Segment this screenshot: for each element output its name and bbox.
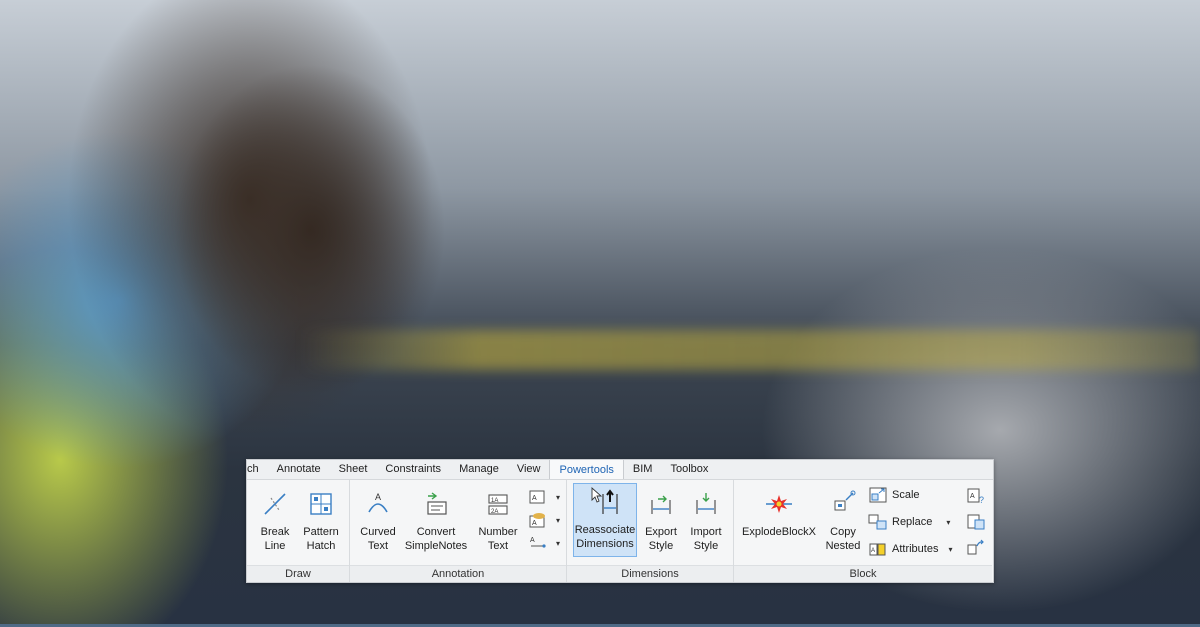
tab-toolbox[interactable]: Toolbox bbox=[661, 460, 717, 479]
annotation-tool-3[interactable]: A ▾ bbox=[528, 532, 560, 554]
attributes-icon: A bbox=[869, 543, 886, 556]
annotation-tool-2[interactable]: A ▾ bbox=[528, 509, 560, 531]
scale-button[interactable]: Scale bbox=[868, 484, 920, 506]
curved-text-label-2: Text bbox=[367, 540, 389, 552]
svg-text:A: A bbox=[375, 492, 381, 502]
tab-powertools[interactable]: Powertools bbox=[549, 459, 624, 479]
panel-dimensions: Reassociate Dimensions Export Style Impo… bbox=[567, 480, 734, 582]
attribute-table-icon[interactable] bbox=[966, 513, 986, 531]
svg-text:?: ? bbox=[979, 495, 984, 505]
chevron-down-icon[interactable]: ▾ bbox=[556, 516, 560, 525]
tab-view[interactable]: View bbox=[508, 460, 550, 479]
number-text-button[interactable]: 1A 2A Number Text bbox=[472, 486, 524, 554]
attribute-sync-icon[interactable] bbox=[966, 538, 986, 556]
pattern-hatch-button[interactable]: Pattern Hatch bbox=[295, 486, 347, 554]
svg-text:A: A bbox=[532, 520, 537, 527]
break-line-label-2: Line bbox=[264, 540, 286, 552]
panel-annotation-title: Annotation bbox=[350, 565, 566, 582]
import-style-label-2: Style bbox=[693, 540, 719, 552]
curved-text-icon: A bbox=[368, 492, 388, 513]
curved-text-label-1: Curved bbox=[360, 526, 396, 538]
reassociate-dimensions-icon bbox=[591, 486, 618, 514]
annotation-tool-1[interactable]: A ▾ bbox=[528, 486, 560, 508]
panel-draw-title: Draw bbox=[247, 565, 349, 582]
tab-bim[interactable]: BIM bbox=[624, 460, 662, 479]
attributes-button[interactable]: A Attributes ▾ bbox=[868, 538, 952, 560]
explodeblockx-label: ExplodeBlockX bbox=[742, 526, 816, 538]
copy-nested-label-2: Nested bbox=[825, 540, 861, 552]
svg-text:1A: 1A bbox=[491, 498, 498, 504]
pattern-hatch-label-1: Pattern bbox=[303, 526, 339, 538]
chevron-down-icon[interactable]: ▾ bbox=[948, 545, 952, 554]
number-text-label-2: Text bbox=[487, 540, 509, 552]
panel-dimensions-title: Dimensions bbox=[567, 565, 733, 582]
scale-label: Scale bbox=[892, 489, 920, 501]
chevron-down-icon[interactable]: ▾ bbox=[556, 539, 560, 548]
break-line-button[interactable]: Break Line bbox=[249, 486, 301, 554]
curved-text-button[interactable]: A Curved Text bbox=[352, 486, 404, 554]
import-style-icon bbox=[696, 493, 716, 514]
tab-annotate[interactable]: Annotate bbox=[268, 460, 330, 479]
replace-label: Replace bbox=[892, 516, 933, 528]
pattern-hatch-icon bbox=[310, 493, 332, 515]
tab-launch[interactable]: ch bbox=[247, 460, 268, 479]
number-text-icon: 1A 2A bbox=[488, 494, 508, 515]
replace-icon bbox=[868, 514, 887, 530]
svg-text:2A: 2A bbox=[491, 509, 498, 515]
text-box-icon: A bbox=[529, 490, 545, 504]
leader-icon: A bbox=[530, 537, 546, 548]
svg-text:A: A bbox=[532, 495, 537, 502]
explodeblockx-button[interactable]: ExplodeBlockX bbox=[740, 486, 818, 554]
import-style-button[interactable]: Import Style bbox=[684, 486, 728, 554]
panel-draw: Break Line Pattern Hatch Draw bbox=[247, 480, 350, 582]
svg-text:A: A bbox=[530, 537, 535, 544]
chevron-down-icon[interactable]: ▾ bbox=[556, 493, 560, 502]
svg-text:A: A bbox=[970, 493, 975, 500]
export-style-label-2: Style bbox=[648, 540, 674, 552]
chevron-down-icon[interactable]: ▾ bbox=[946, 518, 950, 527]
export-style-icon bbox=[651, 495, 671, 514]
panel-block-title: Block bbox=[734, 565, 992, 582]
tab-constraints[interactable]: Constraints bbox=[376, 460, 450, 479]
break-line-icon bbox=[264, 493, 286, 515]
copy-nested-button[interactable]: Copy Nested bbox=[820, 486, 866, 554]
svg-text:A: A bbox=[871, 548, 875, 554]
tab-manage[interactable]: Manage bbox=[450, 460, 508, 479]
panel-annotation: A Curved Text Convert SimpleNotes 1A 2A … bbox=[350, 480, 567, 582]
reassociate-dimensions-button[interactable]: Reassociate Dimensions bbox=[573, 483, 637, 557]
copy-nested-label-1: Copy bbox=[830, 526, 856, 538]
scale-icon bbox=[869, 487, 887, 503]
attribute-query-icon[interactable]: A ? bbox=[966, 487, 986, 505]
replace-button[interactable]: Replace ▾ bbox=[868, 511, 950, 533]
background-beam bbox=[300, 330, 1200, 370]
export-style-label-1: Export bbox=[645, 526, 677, 538]
ribbon-tabs: ch Annotate Sheet Constraints Manage Vie… bbox=[247, 459, 993, 480]
reassociate-label-2: Dimensions bbox=[576, 538, 634, 550]
reassociate-label-1: Reassociate bbox=[574, 524, 636, 536]
import-style-label-1: Import bbox=[690, 526, 722, 538]
convert-notes-icon bbox=[427, 492, 447, 515]
convert-label-2: SimpleNotes bbox=[404, 540, 468, 552]
attributes-label: Attributes bbox=[892, 543, 939, 555]
pattern-hatch-label-2: Hatch bbox=[306, 540, 336, 552]
number-text-label-1: Number bbox=[478, 526, 518, 538]
panel-block: ExplodeBlockX Copy Nested Scale Replace … bbox=[734, 480, 992, 582]
ribbon: ch Annotate Sheet Constraints Manage Vie… bbox=[246, 459, 994, 583]
text-mask-icon: A bbox=[529, 513, 545, 528]
export-style-button[interactable]: Export Style bbox=[639, 486, 683, 554]
ribbon-panels: Break Line Pattern Hatch Draw A Curved T… bbox=[247, 480, 993, 582]
convert-simplenotes-button[interactable]: Convert SimpleNotes bbox=[405, 486, 467, 554]
tab-sheet[interactable]: Sheet bbox=[330, 460, 377, 479]
copy-nested-icon bbox=[834, 490, 856, 511]
break-line-label-1: Break bbox=[260, 526, 290, 538]
convert-label-1: Convert bbox=[416, 526, 456, 538]
explode-block-icon bbox=[766, 495, 792, 513]
